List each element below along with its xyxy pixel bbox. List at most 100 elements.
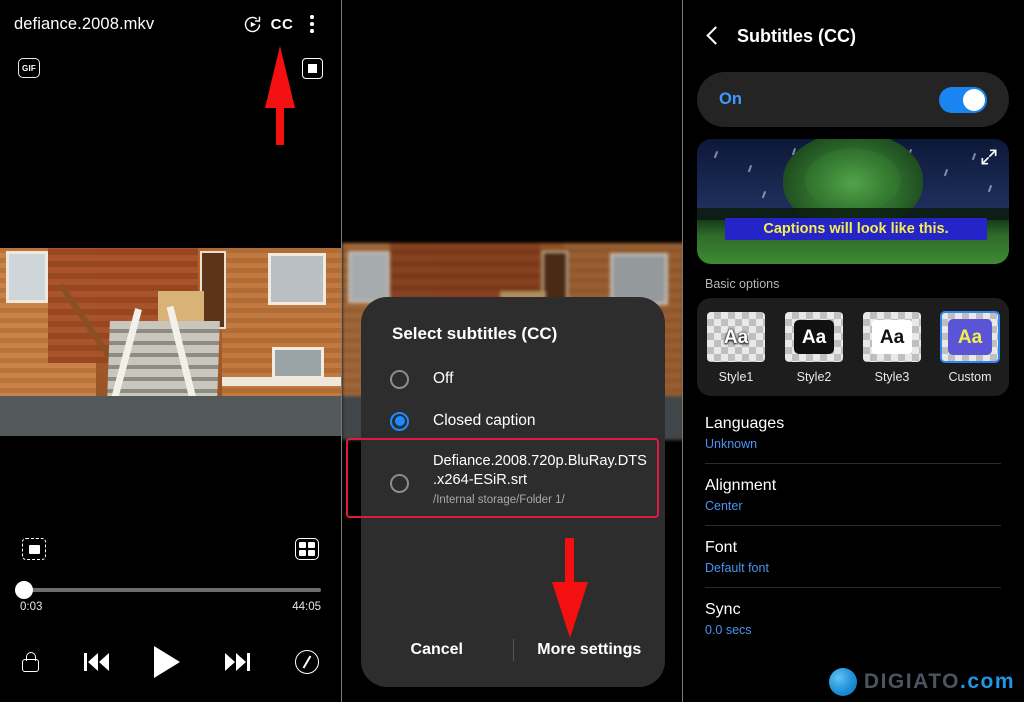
subtitle-option-closed-caption[interactable]: Closed caption: [361, 400, 665, 442]
subtitle-option-off[interactable]: Off: [361, 358, 665, 400]
video-window-basement: [272, 347, 324, 379]
back-chevron-icon[interactable]: [703, 26, 723, 46]
video-window-left: [6, 251, 48, 303]
seek-bar[interactable]: [15, 581, 321, 599]
style-label: Style2: [796, 370, 832, 384]
toggle-label: On: [719, 90, 742, 108]
custom-swatch-selected[interactable]: Aa: [940, 311, 1000, 363]
setting-title: Sync: [705, 601, 741, 618]
watermark-suffix: .com: [959, 670, 1015, 693]
page-title: defiance.2008.mkv: [14, 14, 155, 33]
style-option-custom[interactable]: Aa Custom: [933, 311, 1007, 384]
video-trim-band: [222, 377, 341, 386]
lock-icon[interactable]: [22, 652, 39, 672]
red-arrow-up: [265, 46, 295, 145]
expand-icon[interactable]: [979, 147, 999, 167]
style-options-card: Aa Style1 Aa Style2 Aa Style3 Aa Custom: [697, 298, 1009, 396]
style-option-style1[interactable]: Aa Style1: [699, 312, 773, 384]
setting-title: Languages: [705, 415, 785, 432]
video-window-right: [268, 253, 326, 305]
style3-swatch[interactable]: Aa: [863, 312, 921, 362]
setting-value: Unknown: [705, 437, 758, 451]
style-label: Custom: [948, 370, 992, 384]
more-settings-button[interactable]: More settings: [514, 641, 666, 659]
video-frame[interactable]: [0, 243, 341, 440]
caption-preview[interactable]: Captions will look like this.: [697, 139, 1009, 264]
video-player-panel: defiance.2008.mkv CC GIF 0:03 44:05: [0, 0, 341, 702]
file-path: /Internal storage/Folder 1/: [433, 494, 565, 506]
dialog-buttons: Cancel More settings: [361, 613, 665, 687]
subtitle-option-file[interactable]: Defiance.2008.720p.BluRay.DTS .x264-ESiR…: [361, 442, 665, 516]
style-sample-text: Aa: [794, 320, 834, 354]
style-sample-text: Aa: [723, 326, 749, 348]
transport-controls: [0, 640, 341, 684]
setting-row-languages[interactable]: Languages Unknown: [705, 402, 1001, 464]
capture-icon[interactable]: [22, 538, 46, 560]
preview-caption-text: Captions will look like this.: [725, 218, 987, 240]
next-icon[interactable]: [225, 653, 250, 671]
setting-title: Font: [705, 539, 738, 556]
rotate-screen-icon[interactable]: [295, 650, 319, 674]
setting-row-sync[interactable]: Sync 0.0 secs: [705, 588, 1001, 649]
digiato-logo-icon: [828, 668, 857, 696]
pip-icon[interactable]: [302, 58, 323, 79]
preview-tree-highlight: [805, 148, 901, 212]
setting-value: 0.0 secs: [705, 623, 752, 637]
style2-swatch[interactable]: Aa: [785, 312, 843, 362]
previous-icon[interactable]: [84, 653, 109, 671]
play-icon[interactable]: [154, 646, 180, 678]
player-top-bar: defiance.2008.mkv CC: [0, 0, 341, 48]
select-subtitles-dialog: Select subtitles (CC) Off Closed caption…: [361, 297, 665, 687]
cc-button[interactable]: CC: [267, 9, 297, 39]
settings-title: Subtitles (CC): [737, 25, 856, 46]
watermark-text: DIGIATO.com: [864, 670, 1015, 694]
video-ground: [0, 396, 341, 440]
subtitle-settings-panel: Subtitles (CC) On Captions will look lik…: [683, 0, 1023, 702]
digiato-watermark: DIGIATO.com: [828, 668, 1015, 696]
dialog-option-list: Off Closed caption Defiance.2008.720p.Bl…: [361, 358, 665, 516]
settings-header: Subtitles (CC): [683, 0, 1023, 72]
secondary-controls-row: [0, 532, 341, 566]
subtitle-dialog-panel: Select subtitles (CC) Off Closed caption…: [341, 0, 683, 702]
style1-swatch[interactable]: Aa: [707, 312, 765, 362]
style-sample-text: Aa: [872, 320, 912, 354]
style-label: Style1: [718, 370, 754, 384]
video-letterbox-top: [0, 243, 341, 248]
red-arrow-down: [552, 538, 588, 638]
settings-list: Languages Unknown Alignment Center Font …: [683, 402, 1023, 649]
setting-row-font[interactable]: Font Default font: [705, 526, 1001, 588]
radio-file-icon[interactable]: [390, 474, 409, 493]
option-label: Off: [433, 370, 454, 387]
option-label: Closed caption: [433, 412, 536, 429]
total-time: 44:05: [292, 601, 321, 613]
setting-value: Center: [705, 499, 743, 513]
seek-bar-area: 0:03 44:05: [15, 581, 321, 613]
setting-row-alignment[interactable]: Alignment Center: [705, 464, 1001, 526]
popup-view-icon[interactable]: [295, 538, 319, 560]
cancel-button[interactable]: Cancel: [361, 641, 513, 659]
screenshot-root: defiance.2008.mkv CC GIF 0:03 44:05 Sele…: [0, 0, 1024, 702]
style-option-style2[interactable]: Aa Style2: [777, 312, 851, 384]
file-option-text: Defiance.2008.720p.BluRay.DTS .x264-ESiR…: [433, 452, 647, 506]
gif-icon[interactable]: GIF: [18, 58, 40, 78]
current-time: 0:03: [20, 601, 43, 613]
basic-options-label: Basic options: [705, 277, 780, 291]
dialog-title: Select subtitles (CC): [392, 324, 558, 343]
style-options-row: Aa Style1 Aa Style2 Aa Style3 Aa Custom: [697, 311, 1009, 384]
subtitles-toggle-row[interactable]: On: [697, 72, 1009, 127]
time-labels: 0:03 44:05: [20, 601, 321, 613]
radio-off-icon[interactable]: [390, 369, 409, 389]
overflow-menu-icon[interactable]: [297, 9, 327, 39]
style-label: Style3: [874, 370, 910, 384]
file-name-line2: .x264-ESiR.srt: [433, 472, 528, 488]
radio-closed-caption-icon[interactable]: [390, 411, 409, 431]
style-sample-text: Aa: [948, 319, 992, 355]
subtitles-toggle-switch[interactable]: [939, 86, 987, 113]
file-name-line1: Defiance.2008.720p.BluRay.DTS: [433, 453, 647, 469]
seek-thumb[interactable]: [15, 581, 33, 599]
setting-title: Alignment: [705, 477, 777, 494]
style-option-style3[interactable]: Aa Style3: [855, 312, 929, 384]
setting-value: Default font: [705, 561, 769, 575]
video-letterbox-bottom: [0, 436, 341, 440]
rotate-play-icon[interactable]: [237, 9, 267, 39]
